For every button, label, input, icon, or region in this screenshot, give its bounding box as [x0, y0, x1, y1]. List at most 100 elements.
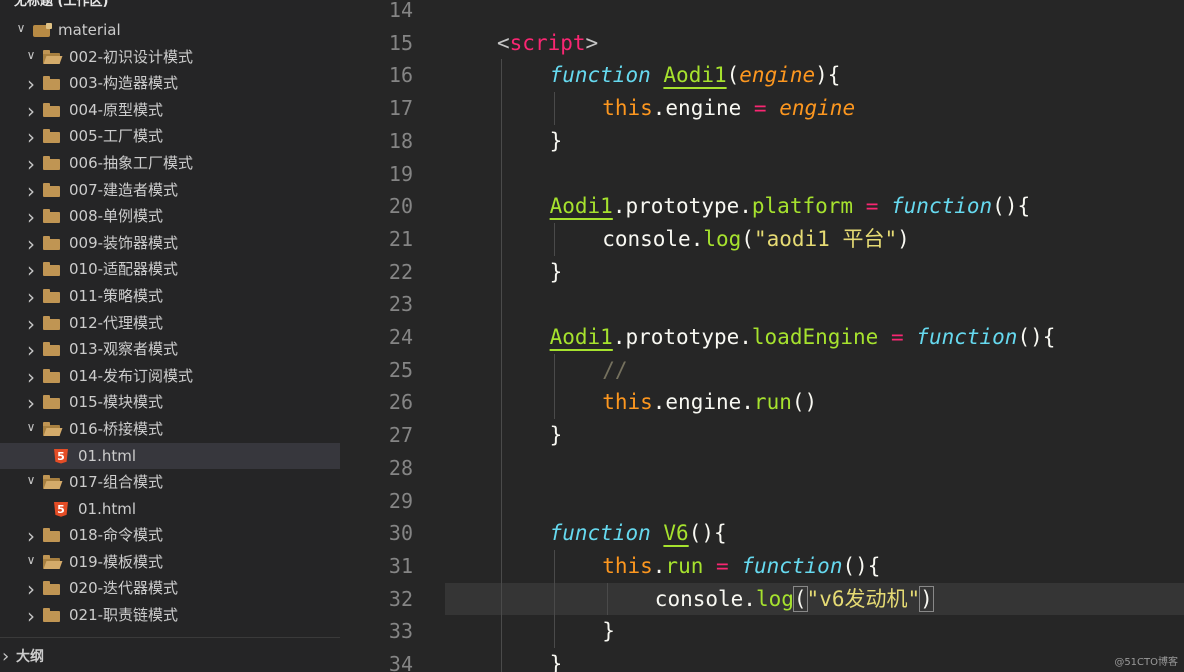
- code-line[interactable]: console.log("aodi1 平台"): [602, 223, 910, 256]
- code-line[interactable]: }: [550, 648, 563, 672]
- chevron-right-icon[interactable]: [24, 363, 38, 390]
- code-token: console.: [602, 226, 704, 251]
- chevron-down-icon[interactable]: [24, 416, 38, 443]
- code-token: "v6发动机": [806, 586, 921, 611]
- workspace-title[interactable]: 无标题 (工作区): [14, 0, 108, 12]
- chevron-right-icon[interactable]: [24, 203, 38, 230]
- folder-item[interactable]: 009-装饰器模式: [0, 230, 340, 257]
- folder-item[interactable]: 006-抽象工厂模式: [0, 150, 340, 177]
- tree-item-label: 002-初识设计模式: [69, 47, 194, 66]
- chevron-right-icon[interactable]: [24, 70, 38, 97]
- folder-item[interactable]: 013-观察者模式: [0, 336, 340, 363]
- folder-item[interactable]: 017-组合模式: [0, 469, 340, 496]
- explorer-sidebar: 无标题 (工作区) material 002-初识设计模式 003-构造器模式 004…: [0, 0, 340, 672]
- code-line[interactable]: Aodi1.prototype.platform = function(){: [550, 190, 1031, 223]
- folder-icon: [43, 262, 60, 277]
- code-token: }: [549, 128, 563, 153]
- chevron-down-icon[interactable]: [24, 44, 38, 71]
- code-token: script: [509, 30, 586, 55]
- code-line[interactable]: Aodi1.prototype.loadEngine = function(){: [550, 321, 1056, 354]
- code-line[interactable]: }: [550, 256, 563, 289]
- code-token: }: [549, 259, 563, 284]
- folder-item[interactable]: 020-迭代器模式: [0, 575, 340, 602]
- folder-item[interactable]: 002-初识设计模式: [0, 44, 340, 71]
- html5-file-icon: 5: [54, 448, 68, 464]
- chevron-right-icon[interactable]: [24, 256, 38, 283]
- folder-item[interactable]: 019-模板模式: [0, 549, 340, 576]
- chevron-right-icon[interactable]: [24, 575, 38, 602]
- folder-item[interactable]: 010-适配器模式: [0, 256, 340, 283]
- folder-item[interactable]: 004-原型模式: [0, 97, 340, 124]
- chevron-right-icon[interactable]: [24, 336, 38, 363]
- code-editor[interactable]: 14 15 16 17 18 19 20 21 22 23 24 25 26 27 28 29 30 31 32 33…: [340, 0, 1184, 672]
- code-line[interactable]: console.log("v6发动机"): [654, 583, 934, 616]
- chevron-right-icon[interactable]: [24, 177, 38, 204]
- code-token: run: [665, 553, 704, 578]
- root-folder-item[interactable]: material: [0, 17, 340, 44]
- code-token: console.: [654, 586, 756, 611]
- line-number: 23: [388, 292, 413, 317]
- code-token: }: [549, 652, 563, 672]
- code-line[interactable]: this.engine = engine: [602, 92, 855, 125]
- folder-icon: [43, 315, 60, 330]
- code-line[interactable]: }: [602, 615, 615, 648]
- tree-item-label: 014-发布订阅模式: [69, 366, 194, 385]
- code-line[interactable]: this.engine.run(): [602, 386, 817, 419]
- code-area[interactable]: <script> function Aodi1(engine){this.engi…: [445, 0, 1184, 672]
- file-item[interactable]: 5 01.html: [0, 442, 340, 470]
- chevron-right-icon[interactable]: [24, 602, 38, 629]
- code-line[interactable]: }: [550, 419, 563, 452]
- folder-item[interactable]: 007-建造者模式: [0, 177, 340, 204]
- code-token: =: [716, 553, 729, 578]
- folder-item[interactable]: 005-工厂模式: [0, 123, 340, 150]
- chevron-right-icon[interactable]: [24, 230, 38, 257]
- chevron-right-icon[interactable]: [24, 123, 38, 150]
- code-token: .: [652, 553, 666, 578]
- line-number: 29: [388, 488, 413, 513]
- line-number: 17: [388, 96, 413, 121]
- outline-section[interactable]: › 大纲: [0, 637, 340, 672]
- folder-item[interactable]: 018-命令模式: [0, 522, 340, 549]
- chevron-right-icon[interactable]: [24, 283, 38, 310]
- code-token: log: [755, 586, 794, 611]
- folder-item[interactable]: 014-发布订阅模式: [0, 363, 340, 390]
- chevron-right-icon[interactable]: [24, 310, 38, 337]
- code-line[interactable]: <script>: [497, 27, 598, 60]
- code-token: this: [602, 390, 653, 415]
- folder-item[interactable]: 011-策略模式: [0, 283, 340, 310]
- folder-item[interactable]: 015-模块模式: [0, 389, 340, 416]
- chevron-right-icon[interactable]: [24, 97, 38, 124]
- chevron-right-icon[interactable]: [24, 389, 38, 416]
- code-token: .engine.: [652, 390, 754, 415]
- folder-item[interactable]: 012-代理模式: [0, 310, 340, 337]
- code-line[interactable]: //: [602, 354, 627, 387]
- folder-item[interactable]: 008-单例模式: [0, 203, 340, 230]
- code-line[interactable]: function Aodi1(engine){: [550, 59, 841, 92]
- code-token: (){: [1017, 325, 1056, 349]
- chevron-right-icon[interactable]: [24, 150, 38, 177]
- code-token: .engine: [652, 96, 754, 121]
- file-tree: material 002-初识设计模式 003-构造器模式 004-原型模式 005-工…: [0, 17, 340, 629]
- chevron-down-icon[interactable]: [14, 17, 28, 44]
- line-number: 34: [388, 652, 413, 672]
- chevron-down-icon[interactable]: [24, 549, 38, 576]
- folder-open-icon: [43, 421, 60, 436]
- folder-item[interactable]: 003-构造器模式: [0, 70, 340, 97]
- chevron-right-icon[interactable]: ›: [2, 646, 9, 667]
- chevron-right-icon[interactable]: [24, 522, 38, 549]
- tree-item-label: 013-观察者模式: [69, 340, 179, 359]
- code-line[interactable]: function V6(){: [550, 517, 727, 550]
- folder-item[interactable]: 016-桥接模式: [0, 416, 340, 443]
- code-token: "aodi1 平台": [753, 226, 898, 251]
- code-line[interactable]: this.run = function(){: [602, 550, 880, 583]
- code-token: engine: [779, 96, 856, 121]
- code-token: =: [865, 194, 879, 219]
- chevron-down-icon[interactable]: [24, 469, 38, 496]
- line-number: 22: [388, 259, 413, 284]
- code-line[interactable]: }: [550, 125, 563, 158]
- folder-icon: [43, 288, 60, 303]
- folder-item[interactable]: 021-职责链模式: [0, 602, 340, 629]
- file-item[interactable]: 5 01.html: [0, 496, 340, 523]
- indent-guide: [554, 222, 555, 256]
